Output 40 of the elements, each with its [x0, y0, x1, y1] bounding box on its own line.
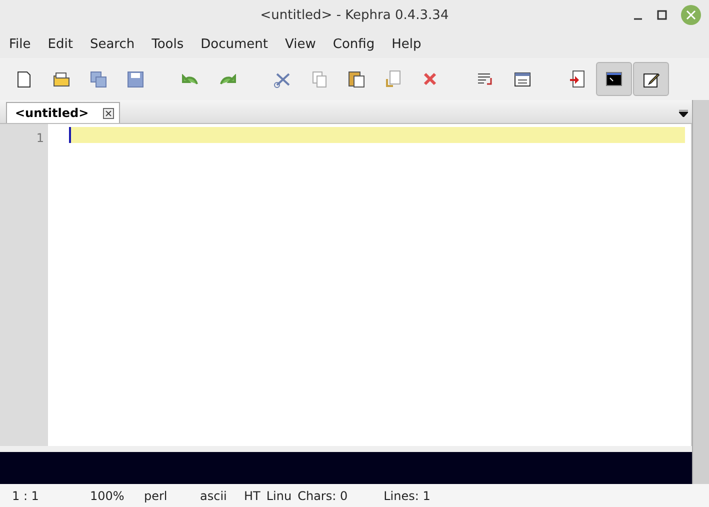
- pencil-note-icon: [642, 70, 660, 88]
- status-field: Linu: [266, 488, 292, 502]
- window-title: <untitled> - Kephra 0.4.3.34: [260, 8, 449, 22]
- scissors-icon: [274, 70, 290, 88]
- delete-cross-icon: [423, 72, 437, 86]
- status-field: 100%: [90, 488, 138, 502]
- menu-item[interactable]: View: [284, 36, 324, 52]
- wrap-lines-icon: [476, 72, 494, 86]
- document-tab[interactable]: <untitled>: [6, 102, 120, 123]
- folder-icon: [52, 72, 70, 86]
- menu-item[interactable]: Edit: [46, 36, 81, 52]
- menu-item[interactable]: Config: [332, 36, 383, 52]
- dropdown-arrow-icon[interactable]: [679, 110, 688, 117]
- page-arrow-icon: [569, 70, 585, 88]
- menu-item[interactable]: File: [8, 36, 39, 52]
- terminal-icon: [606, 72, 622, 86]
- window-icon: [514, 72, 530, 86]
- status-field: Lines: 1: [384, 488, 444, 502]
- menu-item[interactable]: Document: [200, 36, 276, 52]
- line-number: 1: [36, 131, 44, 145]
- menu-item[interactable]: Search: [88, 36, 143, 52]
- swap-pages-icon: [385, 70, 401, 88]
- undo-arrow-icon: [182, 74, 198, 84]
- menu-item[interactable]: Tools: [150, 36, 192, 52]
- copy-pages-icon: [312, 70, 326, 88]
- floppy-stack-icon: [90, 70, 106, 88]
- toolbar-button[interactable]: [633, 62, 669, 96]
- status-field: perl: [144, 488, 194, 502]
- status-field: 1 : 1: [12, 488, 84, 502]
- maximize-icon[interactable]: [657, 10, 667, 20]
- close-icon[interactable]: [102, 108, 114, 118]
- menu-item[interactable]: Help: [390, 36, 430, 52]
- status-field: ascii: [200, 488, 238, 502]
- status-field: Chars: 0: [298, 488, 378, 502]
- status-field: HT: [244, 488, 260, 502]
- tab-label: <untitled>: [15, 106, 89, 120]
- redo-arrow-icon: [218, 74, 236, 84]
- clipboard-icon: [348, 70, 364, 88]
- toolbar-button[interactable]: [596, 62, 632, 96]
- blank-page-icon: [17, 70, 31, 88]
